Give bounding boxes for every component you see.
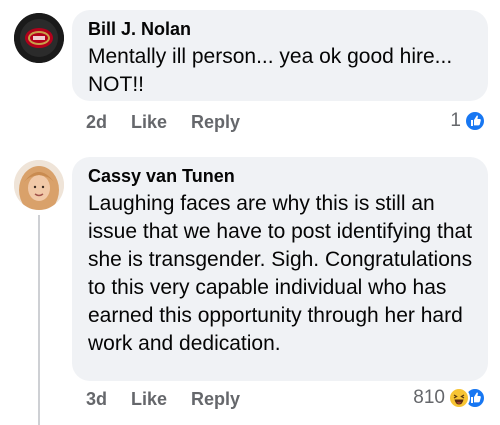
reaction-summary[interactable]: 810 xyxy=(413,387,486,409)
like-icon xyxy=(464,110,486,132)
comment-actions: 3d Like Reply xyxy=(86,389,240,410)
avatar-photo-image xyxy=(14,160,64,210)
comment-author[interactable]: Cassy van Tunen xyxy=(88,165,473,187)
comment-author[interactable]: Bill J. Nolan xyxy=(88,18,473,40)
thread-line xyxy=(38,215,40,425)
haha-icon xyxy=(448,387,470,409)
reaction-count: 810 xyxy=(413,387,445,408)
comment-actions: 2d Like Reply xyxy=(86,112,240,133)
reply-button[interactable]: Reply xyxy=(191,389,240,410)
like-button[interactable]: Like xyxy=(131,389,191,410)
reaction-summary[interactable]: 1 xyxy=(450,110,486,132)
comment-timestamp[interactable]: 2d xyxy=(86,112,131,133)
reaction-count: 1 xyxy=(450,110,461,131)
comment-text: Mentally ill person... yea ok good hire.… xyxy=(88,45,453,96)
comment-text: Laughing faces are why this is still an … xyxy=(88,192,473,355)
comment-timestamp[interactable]: 3d xyxy=(86,389,131,410)
comment-bubble: Cassy van Tunen Laughing faces are why t… xyxy=(72,157,488,381)
like-button[interactable]: Like xyxy=(131,112,191,133)
avatar[interactable] xyxy=(14,13,64,63)
comment-bubble: Bill J. Nolan Mentally ill person... yea… xyxy=(72,10,488,101)
avatar-logo-image xyxy=(14,13,64,63)
reply-button[interactable]: Reply xyxy=(191,112,240,133)
avatar[interactable] xyxy=(14,160,64,210)
